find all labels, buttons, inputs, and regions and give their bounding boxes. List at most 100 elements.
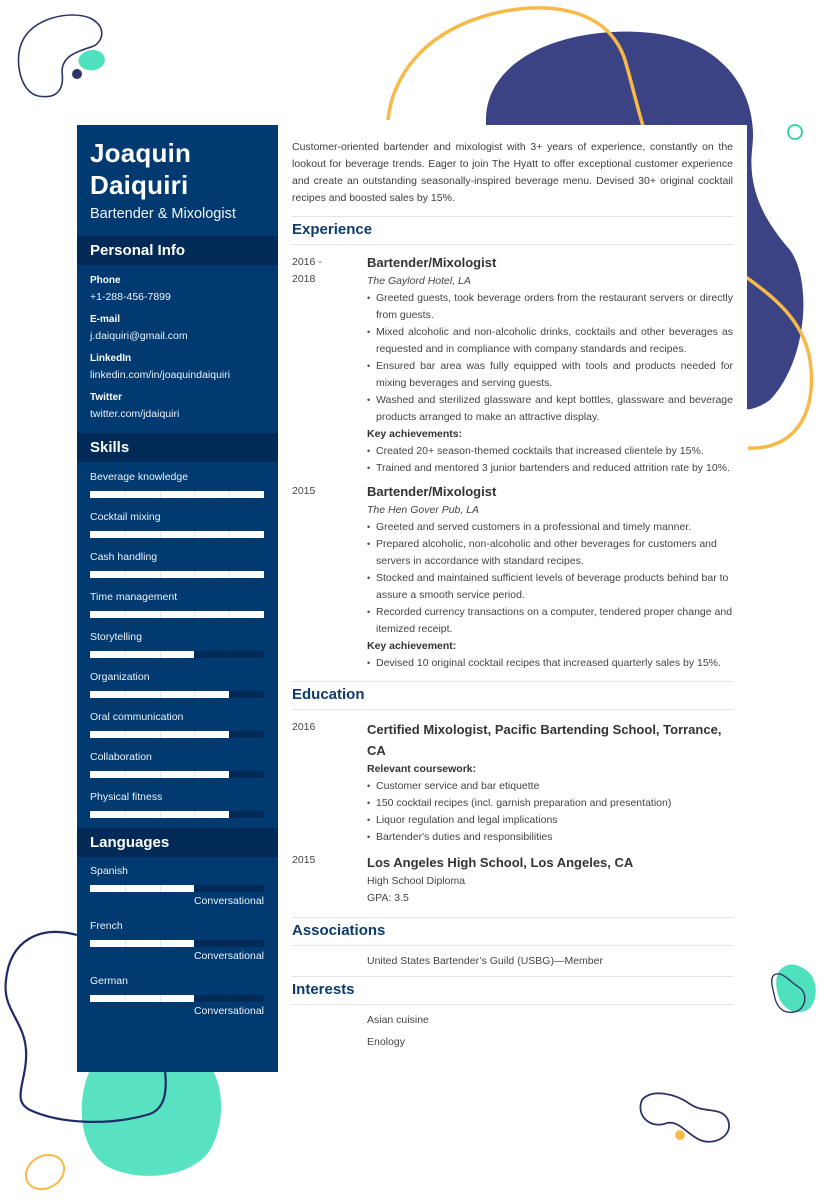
coursework-item: Liquor regulation and legal implications <box>367 812 733 829</box>
summary-text: Customer-oriented bartender and mixologi… <box>292 141 733 204</box>
skill-name: Time management <box>90 591 178 603</box>
level-bar-fill <box>90 995 195 1002</box>
level-bar-divider <box>229 995 231 1002</box>
mint-blob-small-shape <box>776 964 816 1013</box>
level-bar <box>90 811 264 818</box>
level-bar-divider <box>194 571 196 578</box>
language-item: German Conversational <box>90 974 265 1029</box>
skill-name: Storytelling <box>90 631 142 643</box>
level-bar-divider <box>159 611 161 618</box>
job-title-header: Bartender & Mixologist <box>90 206 236 222</box>
achievements-heading: Key achievements: <box>367 428 463 440</box>
level-bar-divider <box>194 611 196 618</box>
level-bar-divider <box>159 571 161 578</box>
resume-page: Joaquin Daiquiri Bartender & Mixologist … <box>77 125 747 1072</box>
level-bar-fill <box>90 651 195 658</box>
linkedin-label: LinkedIn <box>90 353 132 364</box>
duty-item: Recorded currency transactions on a comp… <box>367 604 733 638</box>
level-bar-divider <box>229 491 231 498</box>
achievements-list: Created 20+ season-themed cocktails that… <box>367 443 733 477</box>
skill-name: Oral communication <box>90 711 184 723</box>
email-value[interactable]: j.daiquiri@gmail.com <box>90 329 265 343</box>
level-bar <box>90 731 264 738</box>
level-bar <box>90 491 264 498</box>
date-start: 2016 - <box>292 256 322 268</box>
level-bar-divider <box>194 731 196 738</box>
duty-item: Washed and sterilized glassware and kept… <box>367 392 733 426</box>
level-bar-divider <box>124 885 126 892</box>
date-end: 2018 <box>292 273 316 285</box>
level-bar-divider <box>159 691 161 698</box>
level-bar-divider <box>124 691 126 698</box>
skill-item: Cocktail mixing <box>90 510 265 550</box>
level-bar-divider <box>194 811 196 818</box>
level-bar-divider <box>229 571 231 578</box>
level-bar <box>90 571 264 578</box>
achievement-item: Created 20+ season-themed cocktails that… <box>367 443 733 460</box>
level-bar <box>90 531 264 538</box>
level-bar-divider <box>124 531 126 538</box>
level-bar-divider <box>194 531 196 538</box>
level-bar-fill <box>90 491 264 498</box>
coursework-list: Customer service and bar etiquette 150 c… <box>367 778 733 846</box>
level-bar-fill <box>90 940 195 947</box>
coursework-item: Bartender's duties and responsibilities <box>367 829 733 846</box>
education-entry: 2015 Los Angeles High School, Los Angele… <box>292 852 733 907</box>
personal-info-heading: Personal Info <box>77 236 278 265</box>
level-bar-divider <box>159 811 161 818</box>
level-bar <box>90 885 264 892</box>
duty-item: Greeted guests, took beverage orders fro… <box>367 290 733 324</box>
twitter-label: Twitter <box>90 392 123 403</box>
skill-name: Collaboration <box>90 751 152 763</box>
first-name: Joaquin <box>90 138 192 168</box>
level-bar <box>90 611 264 618</box>
sidebar: Joaquin Daiquiri Bartender & Mixologist … <box>77 125 278 1072</box>
divider <box>292 709 733 710</box>
job-entry: 2015 Bartender/Mixologist The Hen Gover … <box>292 483 733 672</box>
level-bar-fill <box>90 531 264 538</box>
level-bar-divider <box>194 691 196 698</box>
personal-info-list: Phone +1-288-456-7899 E-mail j.daiquiri@… <box>77 265 278 433</box>
level-bar-divider <box>194 651 196 658</box>
duty-item: Mixed alcoholic and non-alcoholic drinks… <box>367 324 733 358</box>
navy-outline-bottom-shape <box>639 1092 730 1143</box>
phone-value: +1-288-456-7899 <box>90 291 171 303</box>
language-item: Spanish Conversational <box>90 864 265 919</box>
duty-item: Prepared alcoholic, non-alcoholic and ot… <box>367 536 733 570</box>
education-title: Los Angeles High School, Los Angeles, CA <box>367 855 634 870</box>
job-date: 2016 - 2018 <box>292 254 367 477</box>
level-bar-divider <box>229 771 231 778</box>
gpa: GPA: 3.5 <box>367 892 409 904</box>
achievement-item: Devised 10 original cocktail recipes tha… <box>367 655 733 672</box>
level-bar-divider <box>229 731 231 738</box>
interests-heading: Interests <box>292 981 355 998</box>
level-bar <box>90 691 264 698</box>
level-bar-divider <box>124 491 126 498</box>
divider <box>292 244 733 245</box>
level-bar-divider <box>159 940 161 947</box>
level-bar-divider <box>159 885 161 892</box>
skill-item: Organization <box>90 670 265 710</box>
language-item: French Conversational <box>90 919 265 974</box>
linkedin-value[interactable]: linkedin.com/in/joaquindaiquiri <box>90 368 265 382</box>
level-bar-divider <box>124 731 126 738</box>
skill-name: Physical fitness <box>90 791 163 803</box>
skills-list: Beverage knowledge Cocktail mixing Cash ha… <box>77 462 278 830</box>
job-date: 2015 <box>292 483 367 672</box>
education-heading: Education <box>292 686 365 703</box>
degree: High School Diploma <box>367 875 466 887</box>
associations-list: United States Bartender’s Guild (USBG)—M… <box>292 946 733 976</box>
duties-list: Greeted and served customers in a profes… <box>367 519 733 638</box>
orange-dot-shape <box>675 1130 685 1140</box>
skill-name: Beverage knowledge <box>90 471 189 483</box>
twitter-info: Twitter twitter.com/jdaiquiri <box>90 391 265 421</box>
level-bar-fill <box>90 611 264 618</box>
skills-heading: Skills <box>77 433 278 462</box>
skill-name: Organization <box>90 671 150 683</box>
level-bar <box>90 771 264 778</box>
duty-item: Greeted and served customers in a profes… <box>367 519 733 536</box>
job-entry: 2016 - 2018 Bartender/Mixologist The Gay… <box>292 254 733 477</box>
duties-list: Greeted guests, took beverage orders fro… <box>367 290 733 426</box>
coursework-heading: Relevant coursework: <box>367 763 477 775</box>
twitter-value[interactable]: twitter.com/jdaiquiri <box>90 407 265 421</box>
